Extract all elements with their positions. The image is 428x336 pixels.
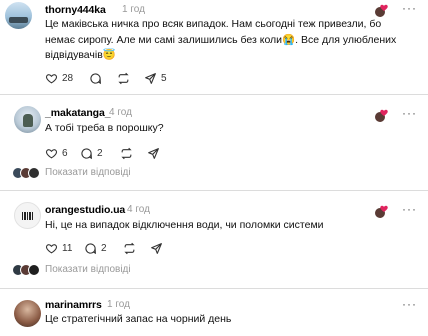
timestamp: 4 год	[127, 204, 150, 215]
share-icon	[148, 147, 159, 159]
reply-button[interactable]: 2	[84, 241, 107, 255]
show-replies-label[interactable]: Показати відповіді	[45, 167, 131, 178]
like-button[interactable]: 28	[45, 71, 73, 85]
username[interactable]: orangestudio.ua	[45, 204, 125, 216]
avatar[interactable]	[14, 202, 41, 229]
share-count: 5	[161, 72, 167, 84]
like-button[interactable]: 6	[45, 146, 68, 160]
author-liked-heart-icon	[380, 109, 388, 116]
timestamp: 4 год	[109, 107, 132, 118]
repost-button[interactable]	[123, 241, 136, 255]
heart-icon	[45, 73, 58, 83]
reply-button[interactable]: 2	[80, 146, 103, 160]
like-button[interactable]: 11	[45, 241, 72, 255]
comment-2: _makatanga_ 4 год ··· А тобі треба в пор…	[0, 95, 428, 187]
share-icon	[151, 242, 162, 254]
username[interactable]: thorny444ka	[45, 4, 106, 16]
reply-button[interactable]	[89, 71, 102, 85]
timestamp: 1 год	[107, 299, 130, 310]
reply-count: 2	[97, 147, 103, 159]
author-liked-heart-icon	[380, 4, 388, 11]
comment-icon	[85, 242, 96, 254]
more-options-icon[interactable]: ···	[402, 2, 417, 14]
reply-avatar	[28, 264, 40, 276]
reply-avatar	[28, 167, 40, 179]
comment-3: orangestudio.ua 4 год ··· Ні, це на випа…	[0, 191, 428, 285]
show-replies-button[interactable]: Показати відповіді	[12, 264, 162, 278]
show-replies-button[interactable]: Показати відповіді	[12, 167, 162, 181]
heart-icon	[45, 243, 58, 253]
avatar[interactable]	[14, 106, 41, 133]
username[interactable]: marinamrrs	[45, 299, 102, 311]
timestamp: 1 год	[122, 4, 145, 15]
comment-text: Це маківська ничка про всяк випадок. Нам…	[45, 18, 397, 61]
comment-1: thorny444ka 1 год ··· Це маківська ничка…	[0, 0, 428, 92]
comment-text: Це стратегічний запас на чорний день	[45, 313, 232, 325]
username[interactable]: _makatanga_	[45, 107, 111, 119]
reply-count: 2	[101, 242, 107, 254]
heart-icon	[45, 148, 58, 158]
comment-text: Ні, це на випадок відключення води, чи п…	[45, 219, 324, 231]
comment-icon	[90, 72, 101, 84]
show-replies-label[interactable]: Показати відповіді	[45, 264, 131, 275]
more-options-icon[interactable]: ···	[402, 298, 417, 310]
comment-4: marinamrrs 1 год ··· Це стратегічний зап…	[0, 289, 428, 336]
repost-icon	[118, 72, 129, 84]
more-options-icon[interactable]: ···	[402, 107, 417, 119]
like-count: 11	[62, 242, 73, 254]
share-button[interactable]	[150, 241, 163, 255]
share-button[interactable]	[147, 146, 160, 160]
avatar[interactable]	[14, 300, 41, 327]
repost-button[interactable]	[120, 146, 133, 160]
repost-button[interactable]	[117, 71, 130, 85]
like-count: 28	[62, 72, 74, 84]
like-count: 6	[62, 147, 68, 159]
avatar[interactable]	[5, 2, 32, 29]
share-button[interactable]: 5	[144, 71, 167, 85]
comment-text: А тобі треба в порошку?	[45, 122, 164, 134]
more-options-icon[interactable]: ···	[402, 203, 417, 215]
author-liked-heart-icon	[380, 205, 388, 212]
share-icon	[145, 72, 156, 84]
repost-icon	[124, 242, 135, 254]
repost-icon	[121, 147, 132, 159]
comment-icon	[81, 147, 92, 159]
